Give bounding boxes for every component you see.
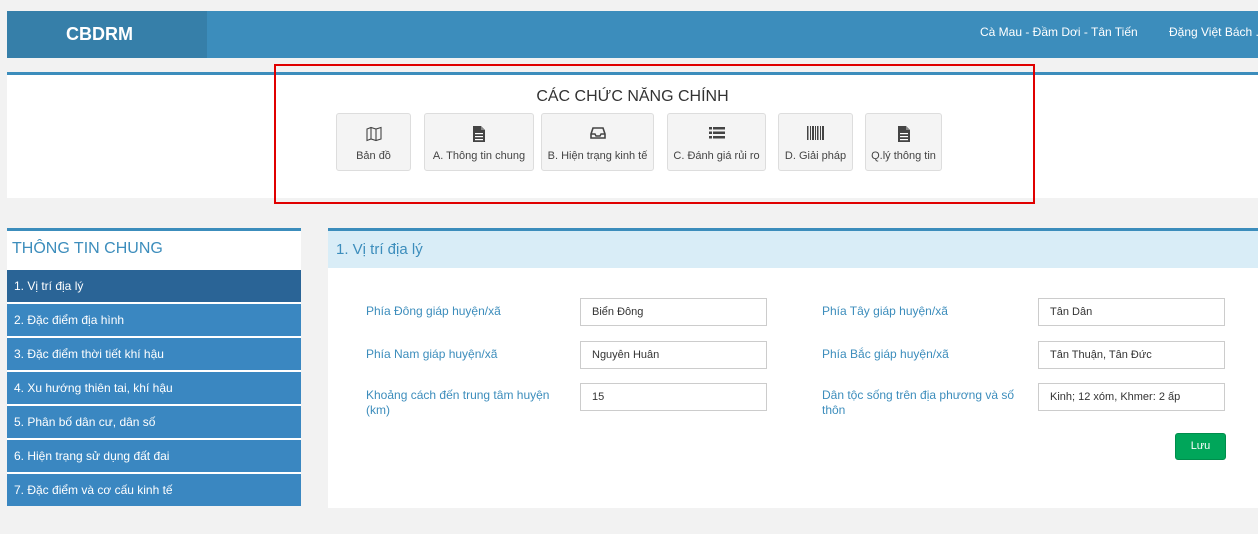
east-border-label: Phía Đông giáp huyện/xã [366,304,501,318]
south-border-input[interactable] [580,341,767,369]
user-menu[interactable]: Đặng Việt Bách . [1169,11,1258,53]
sidebar-item-land-use[interactable]: 6. Hiện trạng sử dụng đất đai [7,440,301,472]
sidebar-item-population[interactable]: 5. Phân bố dân cư, dân số [7,406,301,438]
south-border-label: Phía Nam giáp huyện/xã [366,347,498,361]
sidebar-title: THÔNG TIN CHUNG [12,240,163,257]
west-border-input[interactable] [1038,298,1225,326]
distance-label: Khoảng cách đến trung tâm huyện (km) [366,388,550,417]
main-panel-header: 1. Vị trí địa lý [328,231,1258,268]
west-border-label: Phía Tây giáp huyện/xã [822,304,948,318]
sidebar-item-economy[interactable]: 7. Đặc điểm và cơ cấu kinh tế [7,474,301,506]
sidebar-item-terrain[interactable]: 2. Đặc điểm địa hình [7,304,301,336]
sidebar: THÔNG TIN CHUNG 1. Vị trí địa lý 2. Đặc … [7,228,301,506]
location-link[interactable]: Cà Mau - Đầm Dơi - Tân Tiến [980,11,1138,53]
north-border-input[interactable] [1038,341,1225,369]
ethnic-groups-input[interactable] [1038,383,1225,411]
distance-input[interactable] [580,383,767,411]
brand-logo[interactable]: CBDRM [7,11,207,58]
ethnic-groups-label: Dân tộc sống trên địa phương và số thôn [822,388,1015,417]
page-title: 1. Vị trí địa lý [336,241,423,258]
sidebar-item-disaster-trends[interactable]: 4. Xu hướng thiên tai, khí hậu [7,372,301,404]
main-panel: 1. Vị trí địa lý Phía Đông giáp huyện/xã… [328,228,1258,508]
save-button[interactable]: Lưu [1175,433,1226,460]
sidebar-item-climate[interactable]: 3. Đặc điểm thời tiết khí hậu [7,338,301,370]
sidebar-item-location[interactable]: 1. Vị trí địa lý [7,270,301,302]
north-border-label: Phía Bắc giáp huyện/xã [822,347,949,361]
highlight-box [274,64,1035,204]
top-navbar: CBDRM Cà Mau - Đầm Dơi - Tân Tiến Đặng V… [7,11,1258,58]
east-border-input[interactable] [580,298,767,326]
